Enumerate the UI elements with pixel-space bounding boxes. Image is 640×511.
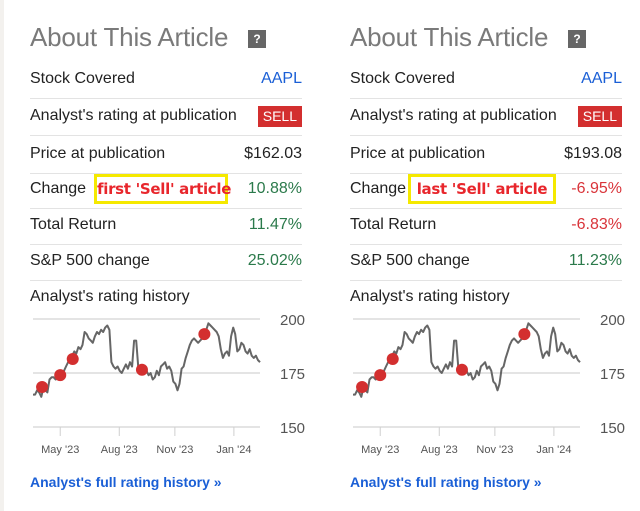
rating-history-label: Analyst's rating history: [30, 288, 190, 305]
stock-covered-value[interactable]: AAPL: [581, 70, 622, 88]
annotation-callout: last 'Sell' article: [408, 174, 556, 204]
total-return-value: -6.83%: [571, 216, 622, 233]
row-stock-covered: Stock Covered AAPL: [350, 62, 622, 99]
total-return-value: 11.47%: [248, 216, 302, 233]
price-at-publication-label: Price at publication: [30, 145, 166, 162]
row-price-at-publication: Price at publication $193.08: [350, 137, 622, 174]
change-label: Change: [350, 180, 407, 197]
rating-marker: [135, 363, 148, 376]
rating-marker: [54, 369, 67, 382]
change-label: Change: [30, 180, 87, 197]
about-article-panel-first: About This Article ? Stock Covered AAPL An…: [30, 0, 305, 511]
total-return-label: Total Return: [30, 216, 117, 233]
rating-marker: [455, 363, 468, 376]
rating-marker: [518, 328, 531, 341]
rating-marker: [66, 352, 79, 365]
change-value: -6.95%: [571, 180, 622, 197]
full-rating-history-link[interactable]: Analyst's full rating history »: [30, 474, 222, 490]
sp500-change-value: 25.02%: [247, 252, 302, 269]
about-article-panel-last: About This Article ? Stock Covered AAPL An…: [350, 0, 625, 511]
y-tick-label: 150: [280, 420, 305, 437]
rating-history-chart: 200 175 150 May '23 Aug '23 Nov '23 Jan '24: [33, 312, 305, 456]
panel-title: About This Article: [30, 22, 229, 52]
x-tick-label: May '23: [361, 444, 399, 456]
x-tick-label: Jan '24: [536, 444, 571, 456]
total-return-label: Total Return: [350, 216, 437, 233]
help-icon[interactable]: ?: [248, 30, 266, 48]
row-price-at-publication: Price at publication $162.03: [30, 137, 302, 174]
row-analyst-rating: Analyst's rating at publication SELL: [350, 99, 622, 136]
change-value: 10.88%: [247, 180, 302, 197]
sp500-change-value: 11.23%: [568, 252, 622, 269]
sp500-change-label: S&P 500 change: [350, 252, 470, 269]
analyst-rating-label: Analyst's rating at publication: [30, 107, 237, 124]
rating-history-chart: 200 175 150 May '23 Aug '23 Nov '23 Jan '24: [353, 312, 625, 456]
x-tick-label: Jan '24: [216, 444, 251, 456]
analyst-rating-label: Analyst's rating at publication: [350, 107, 557, 124]
row-sp500-change: S&P 500 change 25.02%: [30, 244, 302, 281]
stock-covered-label: Stock Covered: [350, 70, 455, 87]
full-rating-history-link[interactable]: Analyst's full rating history »: [350, 474, 542, 490]
rating-marker: [198, 328, 211, 341]
x-tick-label: Aug '23: [421, 444, 458, 456]
row-analyst-rating: Analyst's rating at publication SELL: [30, 99, 302, 136]
annotation-callout: first 'Sell' article: [94, 174, 231, 204]
y-tick-label: 175: [280, 366, 305, 383]
row-total-return: Total Return 11.47%: [30, 208, 302, 245]
price-at-publication-value: $162.03: [244, 145, 302, 162]
row-total-return: Total Return -6.83%: [350, 208, 622, 245]
rating-marker: [374, 369, 387, 382]
stock-covered-value[interactable]: AAPL: [261, 70, 302, 88]
rating-history-label: Analyst's rating history: [350, 288, 510, 305]
left-edge-strip: [0, 0, 4, 511]
rating-marker: [36, 381, 49, 394]
row-stock-covered: Stock Covered AAPL: [30, 62, 302, 99]
row-change: Change 10.88% first 'Sell' article: [30, 172, 302, 209]
help-icon[interactable]: ?: [568, 30, 586, 48]
sell-badge: SELL: [257, 106, 302, 127]
sell-badge: SELL: [577, 106, 622, 127]
y-tick-label: 200: [600, 312, 625, 329]
y-tick-label: 175: [600, 366, 625, 383]
rating-marker: [356, 381, 369, 394]
x-tick-label: Nov '23: [476, 444, 513, 456]
x-tick-label: May '23: [41, 444, 79, 456]
price-at-publication-label: Price at publication: [350, 145, 486, 162]
x-tick-label: Aug '23: [101, 444, 138, 456]
price-at-publication-value: $193.08: [564, 145, 622, 162]
x-tick-label: Nov '23: [156, 444, 193, 456]
rating-marker: [386, 352, 399, 365]
stock-covered-label: Stock Covered: [30, 70, 135, 87]
panel-title: About This Article: [350, 22, 549, 52]
row-change: Change -6.95% last 'Sell' article: [350, 172, 622, 209]
sp500-change-label: S&P 500 change: [30, 252, 150, 269]
y-tick-label: 200: [280, 312, 305, 329]
y-tick-label: 150: [600, 420, 625, 437]
row-sp500-change: S&P 500 change 11.23%: [350, 244, 622, 281]
